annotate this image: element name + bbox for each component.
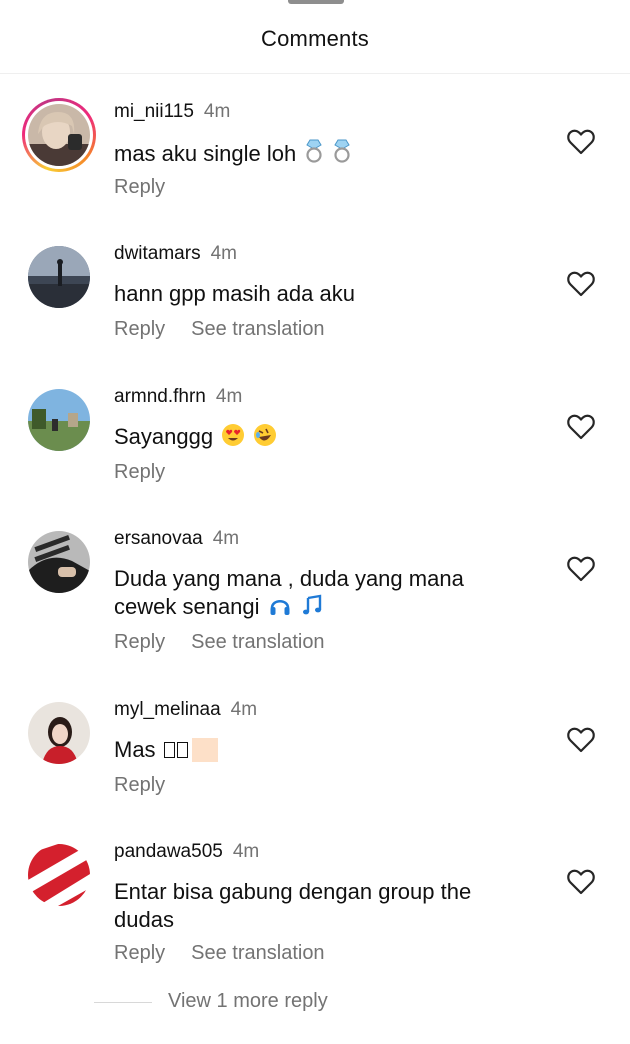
replies-divider <box>94 1002 152 1003</box>
comment-time: 4m <box>232 841 260 862</box>
see-translation-button[interactable]: See translation <box>191 631 324 653</box>
comment-actions: Reply See translation <box>114 942 351 965</box>
comment-text: Mas <box>114 736 544 764</box>
headphone-emoji-icon <box>270 599 290 615</box>
avatar[interactable] <box>28 104 90 166</box>
page-title: Comments <box>261 26 369 51</box>
like-heart-icon[interactable] <box>566 555 596 583</box>
avatar[interactable] <box>28 702 90 764</box>
comment-username[interactable]: dwitamars <box>114 243 201 264</box>
avatar[interactable] <box>28 531 90 593</box>
comment-text: Sayanggg <box>114 423 544 451</box>
comment-actions: Reply <box>114 461 191 484</box>
comment-username[interactable]: mi_nii115 <box>114 101 194 122</box>
missing-glyph-icon <box>163 742 175 758</box>
comment-time: 4m <box>212 528 240 549</box>
skin-tone-icon <box>191 738 218 762</box>
see-translation-button[interactable]: See translation <box>191 318 324 340</box>
rofl-emoji-icon <box>254 424 277 446</box>
comments-header: Comments <box>0 0 630 74</box>
ring-emoji-icon <box>334 139 351 163</box>
comment-username[interactable]: ersanovaa <box>114 528 203 549</box>
music-note-emoji-icon <box>302 594 321 615</box>
reply-button[interactable]: Reply <box>114 176 165 198</box>
comment-text: Duda yang mana , duda yang mana cewek se… <box>114 566 464 619</box>
view-more-replies-label[interactable]: View 1 more reply <box>168 990 328 1013</box>
heart-eyes-emoji-icon <box>222 424 245 446</box>
reply-button[interactable]: Reply <box>114 942 165 964</box>
comment-text: Entar bisa gabung dengan group the dudas <box>114 879 472 932</box>
comments-sheet: Comments mi_nii115 4m mas aku single loh … <box>0 0 630 1044</box>
avatar[interactable] <box>28 844 90 906</box>
comment-text: hann gpp masih ada aku <box>114 281 355 306</box>
like-heart-icon[interactable] <box>566 868 596 896</box>
comment-actions: Reply See translation <box>114 318 351 341</box>
like-heart-icon[interactable] <box>566 726 596 754</box>
comment-username[interactable]: armnd.fhrn <box>114 386 206 407</box>
comment-time: 4m <box>203 101 231 122</box>
reply-button[interactable]: Reply <box>114 631 165 653</box>
view-more-replies[interactable]: View 1 more reply <box>94 988 494 1018</box>
like-heart-icon[interactable] <box>566 128 596 156</box>
comment-time: 4m <box>210 243 237 264</box>
comment-username[interactable]: myl_melinaa <box>114 699 221 720</box>
reply-button[interactable]: Reply <box>114 318 165 340</box>
comment-actions: Reply <box>114 176 191 199</box>
missing-glyph-icon <box>176 742 188 758</box>
like-heart-icon[interactable] <box>566 413 596 441</box>
comment-text: mas aku single loh <box>114 138 544 168</box>
see-translation-button[interactable]: See translation <box>191 942 324 964</box>
comment-username[interactable]: pandawa505 <box>114 841 223 862</box>
reply-button[interactable]: Reply <box>114 774 165 796</box>
comment-time: 4m <box>230 699 258 720</box>
avatar[interactable] <box>28 389 90 451</box>
like-heart-icon[interactable] <box>566 270 596 298</box>
avatar[interactable] <box>28 246 90 308</box>
comment-time: 4m <box>215 386 243 407</box>
comment-actions: Reply See translation <box>114 631 351 654</box>
comment-actions: Reply <box>114 774 191 797</box>
reply-button[interactable]: Reply <box>114 461 165 483</box>
ring-emoji-icon <box>306 139 323 163</box>
